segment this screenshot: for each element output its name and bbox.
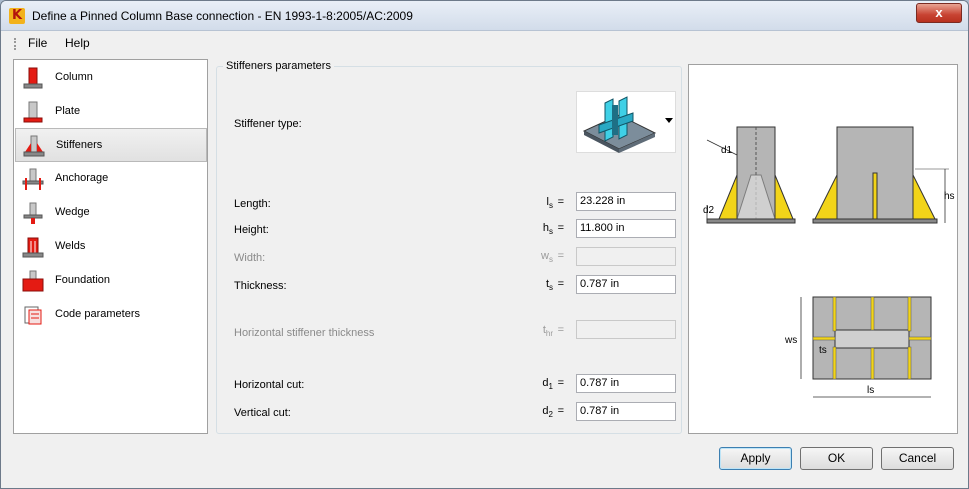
app-logo-icon bbox=[9, 8, 25, 24]
close-button[interactable]: x bbox=[916, 3, 962, 23]
dialog-window: Define a Pinned Column Base connection -… bbox=[0, 0, 969, 489]
sidebar-item-label: Anchorage bbox=[55, 172, 109, 184]
cancel-button[interactable]: Cancel bbox=[881, 447, 954, 470]
length-eq: = bbox=[557, 196, 564, 208]
wedge-icon bbox=[23, 202, 43, 224]
horizontal-cut-label: Horizontal cut: bbox=[234, 379, 305, 391]
preview-panel: d1 d2 hs ws ts ls bbox=[688, 64, 958, 434]
window-title: Define a Pinned Column Base connection -… bbox=[32, 9, 413, 23]
height-eq: = bbox=[557, 222, 564, 234]
plate-icon bbox=[23, 101, 43, 123]
horizontal-stiffener-thickness-eq: = bbox=[557, 324, 564, 336]
ls-label: ls bbox=[867, 385, 874, 396]
group-title: Stiffeners parameters bbox=[223, 60, 334, 72]
ts-label: ts bbox=[819, 345, 827, 356]
sidebar-item-label: Column bbox=[55, 71, 93, 83]
stiffener-type-label: Stiffener type: bbox=[234, 118, 302, 130]
height-input[interactable]: 11.800 in bbox=[576, 219, 676, 238]
sidebar-item-column[interactable]: Column bbox=[15, 61, 207, 95]
chevron-down-icon[interactable] bbox=[665, 118, 673, 123]
menu-help[interactable]: Help bbox=[65, 36, 90, 50]
thickness-eq: = bbox=[557, 278, 564, 290]
stiffener-type-dropdown[interactable] bbox=[576, 91, 676, 153]
menu-file[interactable]: File bbox=[28, 36, 47, 50]
elevation-view-left bbox=[706, 126, 796, 224]
sidebar-item-label: Foundation bbox=[55, 274, 111, 286]
code-parameters-icon bbox=[24, 306, 42, 325]
foundation-icon bbox=[22, 270, 44, 292]
anchorage-icon bbox=[22, 168, 44, 190]
width-eq: = bbox=[557, 250, 564, 262]
length-input[interactable]: 23.228 in bbox=[576, 192, 676, 211]
d1-label: d1 bbox=[721, 145, 733, 156]
elevation-view-right bbox=[812, 126, 949, 224]
horizontal-cut-eq: = bbox=[557, 377, 564, 389]
thickness-label: Thickness: bbox=[234, 280, 287, 292]
vertical-cut-label: Vertical cut: bbox=[234, 407, 291, 419]
sidebar-item-label: Stiffeners bbox=[56, 139, 103, 151]
horizontal-cut-input[interactable]: 0.787 in bbox=[576, 374, 676, 393]
horizontal-stiffener-thickness-label: Horizontal stiffener thickness bbox=[234, 327, 375, 339]
length-label: Length: bbox=[234, 198, 271, 210]
horizontal-stiffener-thickness-input bbox=[576, 320, 676, 339]
vertical-cut-eq: = bbox=[557, 405, 564, 417]
height-label: Height: bbox=[234, 224, 269, 236]
hs-label: hs bbox=[944, 191, 955, 202]
sidebar-item-label: Wedge bbox=[55, 206, 90, 218]
stiffener-type-preview-icon bbox=[582, 96, 657, 153]
ws-label: ws bbox=[784, 335, 797, 346]
sidebar-item-anchorage[interactable]: Anchorage bbox=[15, 162, 207, 196]
stiffeners-icon bbox=[23, 135, 45, 157]
sidebar-item-foundation[interactable]: Foundation bbox=[15, 264, 207, 298]
title-bar[interactable]: Define a Pinned Column Base connection -… bbox=[1, 1, 968, 31]
toolbar-grip bbox=[14, 38, 16, 50]
sidebar-item-label: Plate bbox=[55, 105, 81, 117]
sidebar-item-stiffeners[interactable]: Stiffeners bbox=[15, 128, 207, 162]
sidebar-item-welds[interactable]: Welds bbox=[15, 230, 207, 264]
vertical-cut-input[interactable]: 0.787 in bbox=[576, 402, 676, 421]
sidebar-item-plate[interactable]: Plate bbox=[15, 95, 207, 129]
sidebar-item-label: Welds bbox=[55, 240, 86, 252]
apply-button[interactable]: Apply bbox=[719, 447, 792, 470]
thickness-input[interactable]: 0.787 in bbox=[576, 275, 676, 294]
sidebar-item-code-parameters[interactable]: Code parameters bbox=[15, 298, 207, 332]
menu-bar: File Help bbox=[1, 32, 968, 54]
column-icon bbox=[23, 67, 43, 89]
sidebar-item-wedge[interactable]: Wedge bbox=[15, 196, 207, 230]
sidebar: Column Plate Stiffeners Anchorage Wedge … bbox=[13, 59, 208, 434]
stiffener-diagram: d1 d2 hs ws ts ls bbox=[703, 126, 955, 398]
sidebar-item-label: Code parameters bbox=[55, 308, 140, 320]
width-input bbox=[576, 247, 676, 266]
width-label: Width: bbox=[234, 252, 266, 264]
d2-label: d2 bbox=[703, 205, 715, 216]
ok-button[interactable]: OK bbox=[800, 447, 873, 470]
welds-icon bbox=[22, 237, 44, 258]
